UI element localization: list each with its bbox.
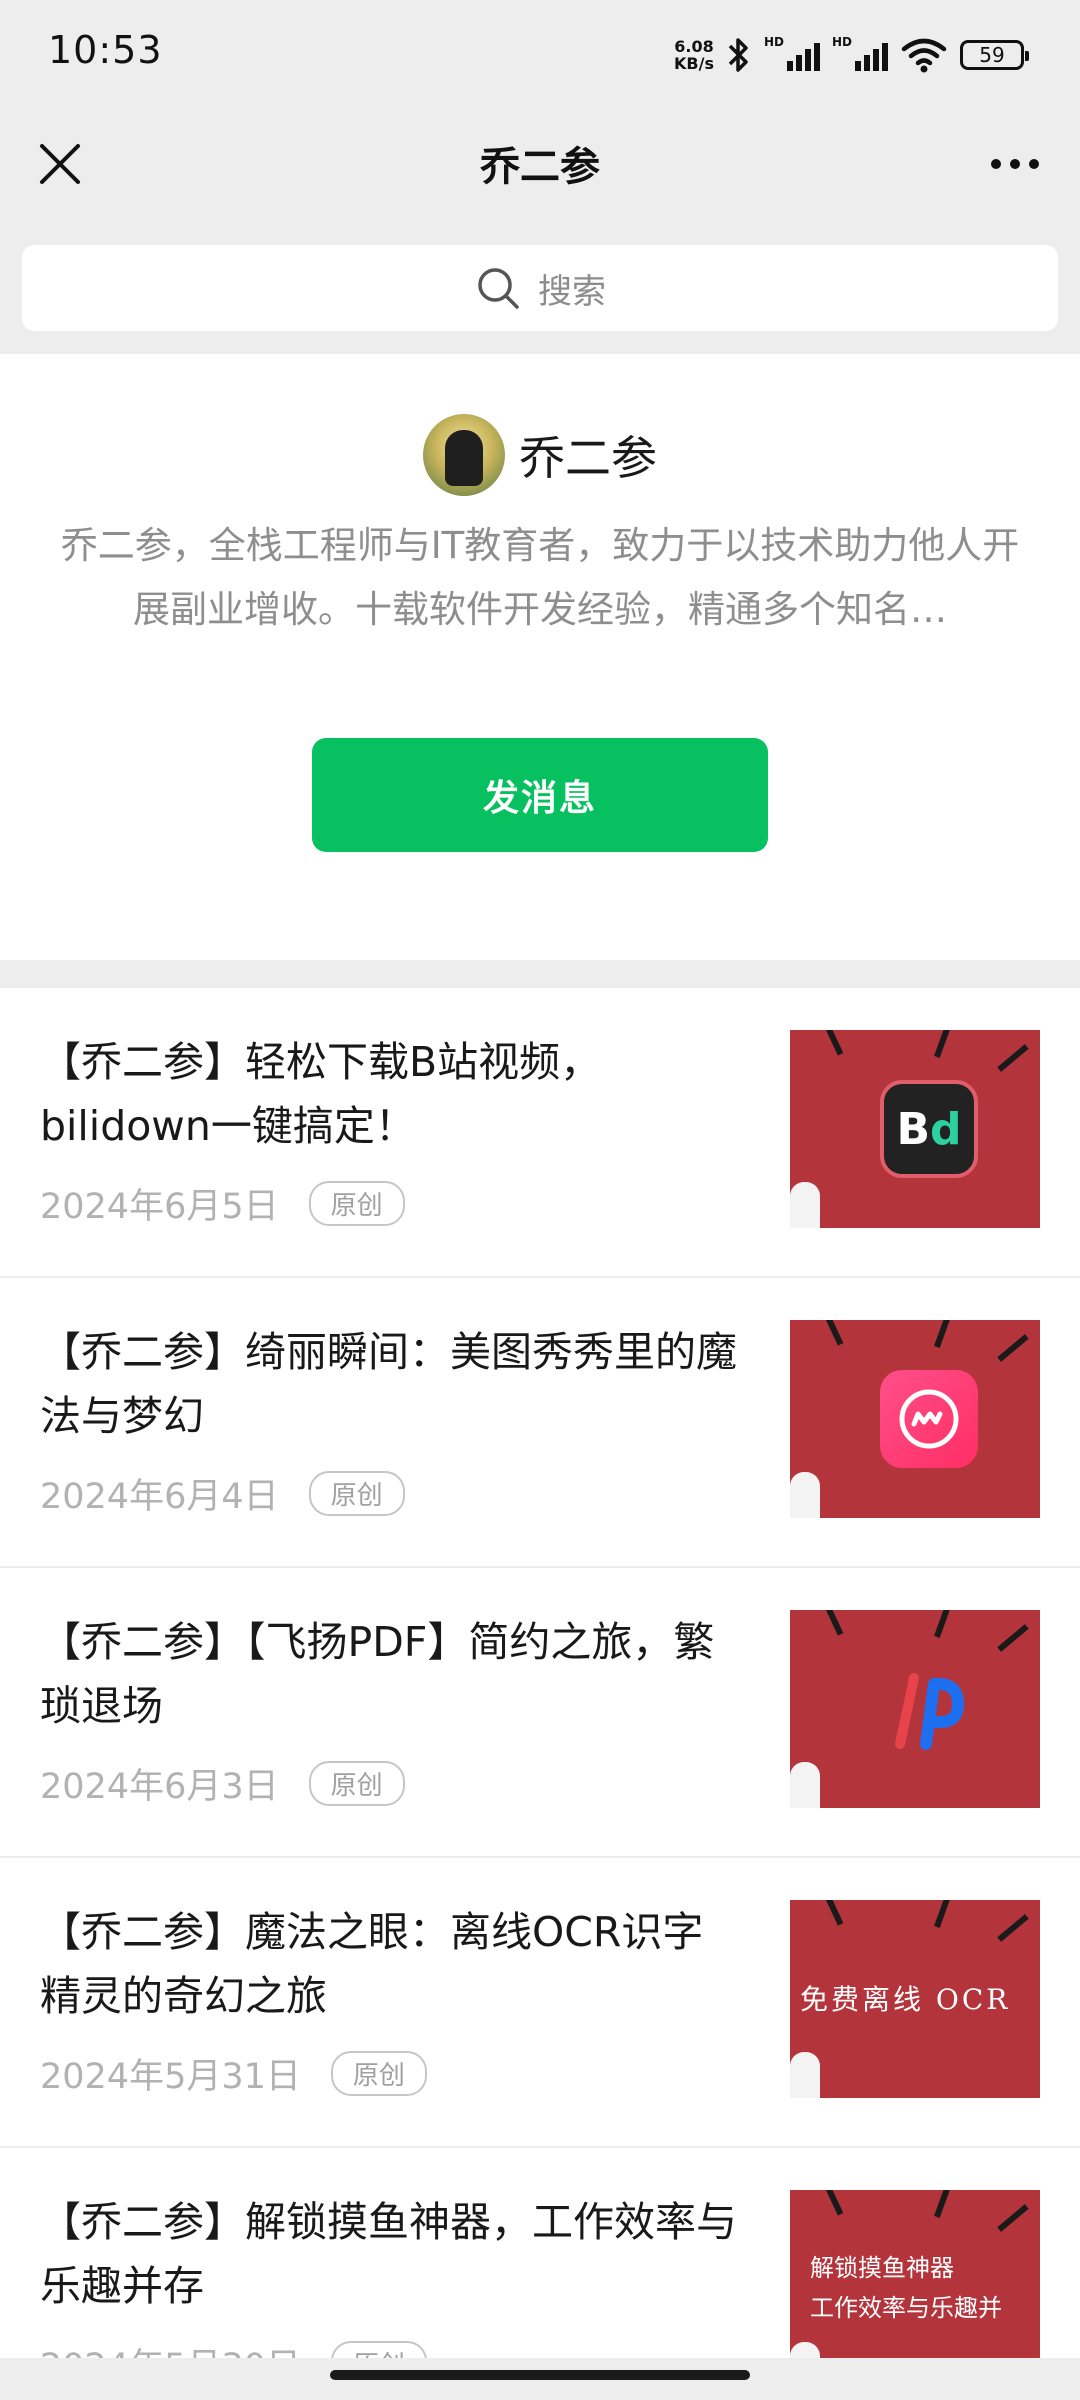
article-title: 【乔二参】【飞扬PDF】简约之旅，繁琐退场 [40,1618,715,1730]
original-badge: 原创 [330,2051,427,2096]
profile-description[interactable]: 乔二参，全栈工程师与IT教育者，致力于以技术助力他人开展副业增收。十载软件开发经… [56,514,1024,642]
net-speed-unit: KB/s [674,54,714,73]
article-item[interactable]: 【乔二参】魔法之眼：离线OCR识字精灵的奇幻之旅 2024年5月31日 原创 免… [0,1858,1080,2148]
article-thumbnail [790,1320,1040,1518]
battery-icon: 59 [960,40,1029,70]
original-badge: 原创 [308,1181,405,1226]
more-dot-icon [991,159,1001,169]
search-icon [478,268,519,309]
profile-card: 乔二参 乔二参，全栈工程师与IT教育者，致力于以技术助力他人开展副业增收。十载软… [0,354,1080,960]
mascot-icon [790,2052,820,2098]
home-indicator[interactable] [330,2370,750,2380]
article-item[interactable]: 【乔二参】【飞扬PDF】简约之旅，繁琐退场 2024年6月3日 原创 [0,1568,1080,1858]
article-title: 【乔二参】解锁摸鱼神器，工作效率与乐趣并存 [40,2198,737,2310]
article-meta: 2024年6月3日 原创 [40,1758,405,1809]
thumbnail-caption: 解锁摸鱼神器 工作效率与乐趣并 [810,2248,1040,2328]
mascot-icon [790,2342,820,2358]
profile-name: 乔二参 [519,431,657,485]
avatar[interactable] [423,414,505,496]
profile-header: 乔二参 [0,414,1080,496]
article-meta: 2024年5月31日 原创 [40,2048,427,2099]
article-thumbnail: 解锁摸鱼神器 工作效率与乐趣并 [790,2190,1040,2358]
article-thumbnail: 免费离线 OCR [790,1900,1040,2098]
article-date: 2024年6月5日 [40,1187,279,1227]
article-meta: 2024年6月4日 原创 [40,1468,405,1519]
hd-label-2: HD [832,35,853,49]
page-title: 乔二参 [480,144,600,190]
net-speed-value: 6.08 [674,37,714,56]
thumbnail-caption-line2: 工作效率与乐趣并 [810,2294,1002,2322]
thumbnail-caption-line1: 解锁摸鱼神器 [810,2254,954,2282]
article-date: 2024年5月31日 [40,2057,301,2097]
avatar-dog-icon [445,430,483,486]
pdf-icon [880,1660,978,1758]
signal-1-icon: HD [764,35,820,75]
hd-label: HD [764,35,785,49]
wifi-icon [901,38,947,73]
mascot-icon [790,1472,820,1518]
bilidown-icon: Bd [880,1080,978,1178]
more-dot-icon [1029,159,1039,169]
original-badge: 原创 [308,1471,405,1516]
mascot-icon [790,1762,820,1808]
more-dot-icon [1010,159,1020,169]
battery-level: 59 [979,43,1005,67]
status-bar: 10:53 6.08 KB/s HD HD 59 [0,0,1080,108]
article-date: 2024年5月30日 [40,2338,301,2358]
article-list: 【乔二参】轻松下载B站视频，bilidown一键搞定！ 2024年6月5日 原创… [0,988,1080,2358]
search-placeholder: 搜索 [538,271,606,312]
article-date: 2024年6月3日 [40,1767,279,1807]
bluetooth-icon [728,38,748,72]
search-input[interactable]: 搜索 [22,245,1058,331]
original-badge: 原创 [330,2341,427,2358]
more-button[interactable] [980,142,1050,186]
thumbnail-caption: 免费离线 OCR [800,1983,1011,2016]
page: 10:53 6.08 KB/s HD HD 59 乔二参 搜索 乔二参 乔二参，… [0,0,1080,2400]
status-time: 10:53 [48,28,163,72]
article-meta: 2024年6月5日 原创 [40,1178,405,1229]
status-icons: 6.08 KB/s HD HD 59 [674,30,1029,80]
send-message-button[interactable]: 发消息 [312,738,768,852]
article-thumbnail [790,1610,1040,1808]
article-item[interactable]: 【乔二参】轻松下载B站视频，bilidown一键搞定！ 2024年6月5日 原创… [0,988,1080,1278]
original-badge: 原创 [308,1761,405,1806]
article-item[interactable]: 【乔二参】绮丽瞬间：美图秀秀里的魔法与梦幻 2024年6月4日 原创 [0,1278,1080,1568]
mascot-icon [790,1182,820,1228]
header: 乔二参 [0,108,1080,220]
meitu-icon [880,1370,978,1468]
article-thumbnail: Bd [790,1030,1040,1228]
article-title: 【乔二参】轻松下载B站视频，bilidown一键搞定！ [40,1038,602,1150]
network-speed: 6.08 KB/s [674,38,714,72]
signal-2-icon: HD [832,35,888,75]
article-title: 【乔二参】绮丽瞬间：美图秀秀里的魔法与梦幻 [40,1328,737,1440]
article-meta: 2024年5月30日 原创 [40,2338,427,2358]
article-item[interactable]: 【乔二参】解锁摸鱼神器，工作效率与乐趣并存 2024年5月30日 原创 解锁摸鱼… [0,2148,1080,2358]
article-date: 2024年6月4日 [40,1477,279,1517]
article-title: 【乔二参】魔法之眼：离线OCR识字精灵的奇幻之旅 [40,1908,704,2020]
